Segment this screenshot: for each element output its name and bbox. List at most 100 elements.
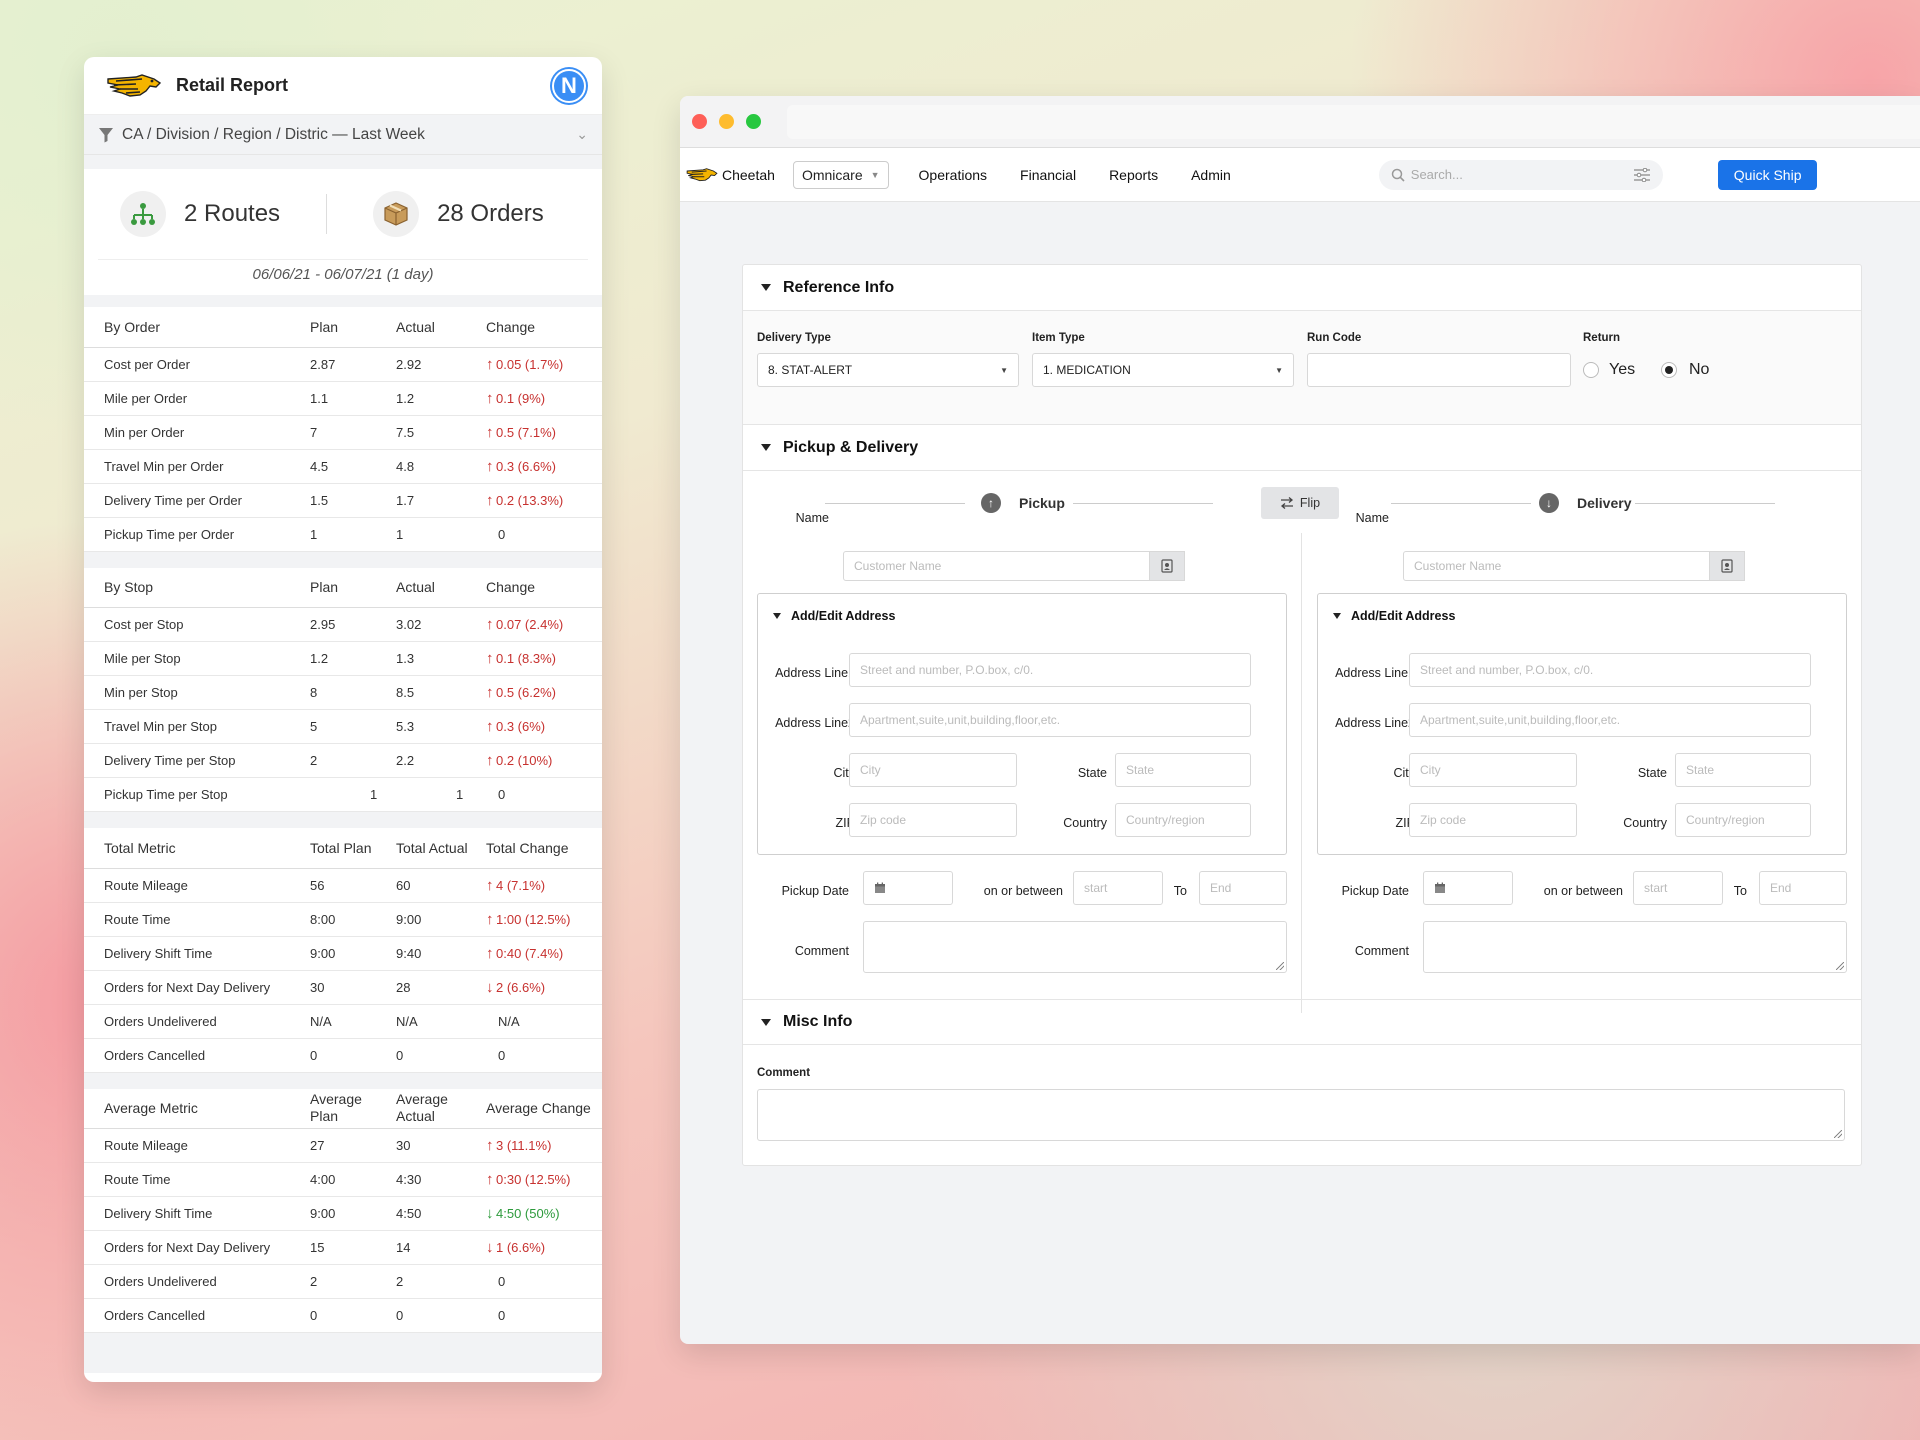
pickup-name-placeholder: Customer Name	[854, 559, 942, 573]
arrow-up-circle-icon: ↑	[981, 493, 1001, 513]
pickup-comment-textarea[interactable]	[863, 921, 1287, 973]
delivery-address-line2-label: Address Line2	[1335, 716, 1415, 730]
run-code-input[interactable]	[1307, 353, 1571, 387]
pickup-city-input[interactable]: City	[849, 753, 1017, 787]
quick-ship-button[interactable]: Quick Ship	[1717, 159, 1818, 190]
nav-operations[interactable]: Operations	[919, 167, 987, 183]
metric-name: Orders for Next Day Delivery	[84, 970, 310, 1005]
pickup-address-line1-input[interactable]: Street and number, P.O.box, c/0.	[849, 653, 1251, 687]
delivery-address-line1-input[interactable]: Street and number, P.O.box, c/0.	[1409, 653, 1811, 687]
delivery-comment-textarea[interactable]	[1423, 921, 1847, 973]
pickup-contact-book-button[interactable]	[1149, 551, 1185, 581]
delivery-contact-book-button[interactable]	[1709, 551, 1745, 581]
misc-comment-textarea[interactable]	[757, 1089, 1845, 1141]
delivery-country-input[interactable]: Country/region	[1675, 803, 1811, 837]
plan-value: 2	[310, 1264, 396, 1299]
pickup-end-placeholder: End	[1210, 881, 1232, 895]
column-header: Change	[486, 307, 602, 348]
metric-name: Orders for Next Day Delivery	[84, 1230, 310, 1265]
report-header: Retail Report N	[84, 57, 602, 115]
nav-reports[interactable]: Reports	[1109, 167, 1158, 183]
search-input[interactable]: Search...	[1378, 159, 1663, 190]
user-avatar[interactable]: N	[552, 68, 586, 103]
change-value: 1:00 (12.5%)	[496, 911, 571, 927]
pickup-delivery-header[interactable]: Pickup & Delivery	[743, 425, 1861, 471]
pickup-zip-input[interactable]: Zip code	[849, 803, 1017, 837]
delivery-address-toggle[interactable]: Add/Edit Address	[1333, 609, 1455, 623]
pickup-country-input[interactable]: Country/region	[1115, 803, 1251, 837]
metric-name: Route Time	[84, 902, 310, 937]
return-label: Return	[1583, 332, 1621, 344]
pickup-address-line2-input[interactable]: Apartment,suite,unit,building,floor,etc.	[849, 703, 1251, 737]
misc-info-header[interactable]: Misc Info	[743, 999, 1861, 1045]
arrow-down-icon: ↓	[486, 978, 494, 996]
address-bar[interactable]	[787, 104, 1920, 139]
account-select[interactable]: Omnicare ▼	[792, 160, 889, 189]
change-cell: 0	[486, 777, 602, 812]
pickup-address-line2-label: Address Line2	[775, 716, 855, 730]
pickup-heading: ↑ Pickup	[981, 493, 1065, 513]
pickup-date-input[interactable]	[863, 871, 953, 905]
report-filter-dropdown[interactable]: CA / Division / Region / Distric — Last …	[84, 115, 602, 155]
nav-admin[interactable]: Admin	[1191, 167, 1231, 183]
filter-settings-icon[interactable]	[1633, 167, 1651, 182]
delivery-state-input[interactable]: State	[1675, 753, 1811, 787]
delivery-name-placeholder: Customer Name	[1414, 559, 1502, 573]
delivery-end-input[interactable]: End	[1759, 871, 1847, 905]
pickup-state-placeholder: State	[1126, 763, 1155, 777]
collapse-triangle-icon	[761, 284, 771, 291]
search-placeholder: Search...	[1410, 167, 1463, 182]
delivery-date-input[interactable]	[1423, 871, 1513, 905]
metric-name: Pickup Time per Order	[84, 517, 310, 552]
package-icon	[373, 191, 420, 237]
pickup-name-label: Name	[795, 511, 829, 525]
brand[interactable]: Cheetah	[686, 166, 775, 184]
pickup-name-input[interactable]: Customer Name	[843, 551, 1161, 581]
item-type-select[interactable]: 1. MEDICATION ▼	[1032, 353, 1294, 387]
plan-value: 1	[310, 777, 396, 812]
table-row: Travel Min per Order 4.5 4.8 ↑ 0.3 (6.6%)	[84, 449, 602, 484]
pickup-address-toggle[interactable]: Add/Edit Address	[773, 609, 895, 623]
plan-value: 0	[310, 1298, 396, 1333]
column-header: Average Plan	[310, 1088, 396, 1129]
plan-value: 56	[310, 868, 396, 903]
collapse-triangle-icon	[761, 444, 771, 451]
pickup-start-input[interactable]: start	[1073, 871, 1163, 905]
table-row: Delivery Shift Time 9:00 4:50 ↓ 4:50 (50%)	[84, 1196, 602, 1231]
filter-icon	[99, 127, 113, 142]
return-yes-radio[interactable]	[1583, 362, 1599, 378]
table-row: Orders Undelivered N/A N/A N/A	[84, 1004, 602, 1039]
delivery-to-label: To	[1733, 884, 1747, 898]
nav-financial[interactable]: Financial	[1020, 167, 1076, 183]
delivery-city-placeholder: City	[1420, 763, 1441, 777]
actual-value: 28	[396, 970, 486, 1005]
reference-info-header[interactable]: Reference Info	[743, 265, 1861, 311]
delivery-address-line2-input[interactable]: Apartment,suite,unit,building,floor,etc.	[1409, 703, 1811, 737]
metric-table: Total Metric Total Plan Total Actual Total …	[84, 828, 602, 1073]
maximize-window-icon[interactable]	[746, 114, 761, 129]
metric-name: Delivery Shift Time	[84, 1196, 310, 1231]
plan-value: 4:00	[310, 1162, 396, 1197]
return-no-radio[interactable]	[1661, 362, 1677, 378]
pickup-state-input[interactable]: State	[1115, 753, 1251, 787]
pickup-country-label: Country	[1063, 816, 1107, 830]
change-value: 0.3 (6.6%)	[496, 458, 556, 474]
pickup-comment-label: Comment	[794, 944, 849, 958]
delivery-zip-input[interactable]: Zip code	[1409, 803, 1577, 837]
metric-name: Orders Undelivered	[84, 1004, 310, 1039]
return-no-label: No	[1689, 361, 1710, 378]
metric-table: Average Metric Average Plan Average Actual…	[84, 1088, 602, 1333]
minimize-window-icon[interactable]	[719, 114, 734, 129]
delivery-city-input[interactable]: City	[1409, 753, 1577, 787]
pickup-city-label: City	[833, 766, 855, 780]
metric-name: Min per Stop	[84, 675, 310, 710]
delivery-type-select[interactable]: 8. STAT-ALERT ▼	[757, 353, 1019, 387]
arrow-up-icon: ↑	[486, 910, 494, 928]
delivery-start-input[interactable]: start	[1633, 871, 1723, 905]
delivery-name-input[interactable]: Customer Name	[1403, 551, 1721, 581]
pickup-end-input[interactable]: End	[1199, 871, 1287, 905]
change-value: 1 (6.6%)	[496, 1240, 546, 1255]
metric-name: Orders Cancelled	[84, 1038, 310, 1073]
actual-value: 30	[396, 1128, 486, 1163]
close-window-icon[interactable]	[692, 114, 707, 129]
